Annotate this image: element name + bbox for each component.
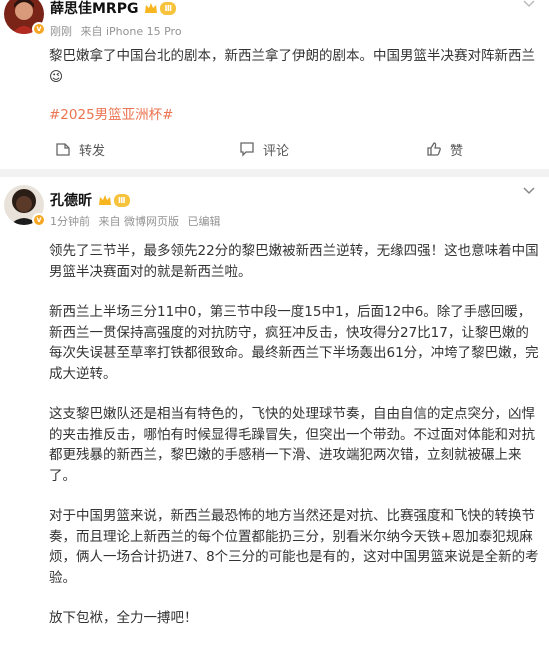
post-paragraph: 领先了三节半，最多领先22分的黎巴嫩被新西兰逆转，无缘四强！这也意味着中国男篮半… [49, 243, 539, 280]
post-header: v 孔德昕 Ⅲ 1分钟前 来自 微博网页版 已编辑 [0, 181, 549, 229]
post-meta: 刚刚 来自 iPhone 15 Pro [50, 23, 187, 39]
hashtag-link[interactable]: #2025男篮亚洲杯# [49, 105, 539, 126]
author-row: 孔德昕 Ⅲ [50, 191, 130, 209]
repost-label: 转发 [79, 143, 106, 159]
crown-badge-icon [99, 195, 111, 205]
post-meta: 1分钟前 来自 微博网页版 已编辑 [50, 213, 226, 229]
post-source: 来自 微博网页版 [98, 215, 180, 228]
author-name[interactable]: 薛思佳MRPG [50, 0, 138, 18]
level-badge: Ⅲ [114, 193, 130, 207]
author-row: 薛思佳MRPG Ⅲ [50, 0, 177, 18]
comment-icon [240, 142, 254, 157]
comment-button[interactable]: 评论 [239, 137, 289, 161]
verified-icon: v [32, 213, 46, 227]
author-name[interactable]: 孔德昕 [50, 190, 92, 210]
post-time: 刚刚 [50, 25, 72, 38]
weibo-post-2: v 孔德昕 Ⅲ 1分钟前 来自 微博网页版 已编辑 领先了三节半，最多领先22分… [0, 181, 549, 646]
weibo-post-1: v 薛思佳MRPG Ⅲ 刚刚 来自 iPhone 15 Pro 黎巴嫩拿了中国台… [0, 0, 549, 167]
thumbs-up-icon [427, 142, 441, 156]
post-paragraph: 对于中国男篮来说，新西兰最恐怖的地方当然还是对抗、比赛强度和飞快的转换节奏，而且… [49, 508, 539, 586]
edited-label: 已编辑 [187, 215, 221, 228]
post-source: 来自 iPhone 15 Pro [80, 25, 182, 38]
crown-badge-icon [145, 3, 158, 13]
like-button[interactable]: 赞 [426, 137, 463, 161]
post-text: 黎巴嫩拿了中国台北的剧本，新西兰拿了伊朗的剧本。中国男篮半决赛对阵新西兰😉 #2… [49, 46, 539, 126]
post-time: 1分钟前 [50, 215, 90, 228]
post-actions: 转发 评论 赞 [0, 137, 549, 161]
verified-icon: v [32, 22, 46, 36]
post-divider [0, 169, 549, 177]
chevron-down-icon[interactable] [523, 0, 535, 8]
post-header: v 薛思佳MRPG Ⅲ 刚刚 来自 iPhone 15 Pro [0, 0, 549, 40]
post-paragraph: 放下包袱，全力一搏吧！ [49, 610, 198, 626]
post-paragraph: 黎巴嫩拿了中国台北的剧本，新西兰拿了伊朗的剧本。中国男篮半决赛对阵新西兰😉 [49, 48, 535, 85]
repost-button[interactable]: 转发 [55, 137, 105, 161]
chevron-down-icon[interactable] [523, 187, 535, 195]
repost-icon [56, 143, 70, 156]
post-paragraph: 新西兰上半场三分11中0，第三节中段一度15中1，后面12中6。除了手感回暖，新… [49, 304, 539, 382]
post-paragraph: 这支黎巴嫩队还是相当有特色的，飞快的处理球节奏，自由自信的定点突分，凶悍的夹击推… [49, 406, 535, 484]
level-badge: Ⅲ [160, 1, 177, 15]
comment-label: 评论 [263, 143, 290, 159]
like-label: 赞 [450, 143, 464, 159]
post-text: 领先了三节半，最多领先22分的黎巴嫩被新西兰逆转，无缘四强！这也意味着中国男篮半… [49, 241, 539, 629]
